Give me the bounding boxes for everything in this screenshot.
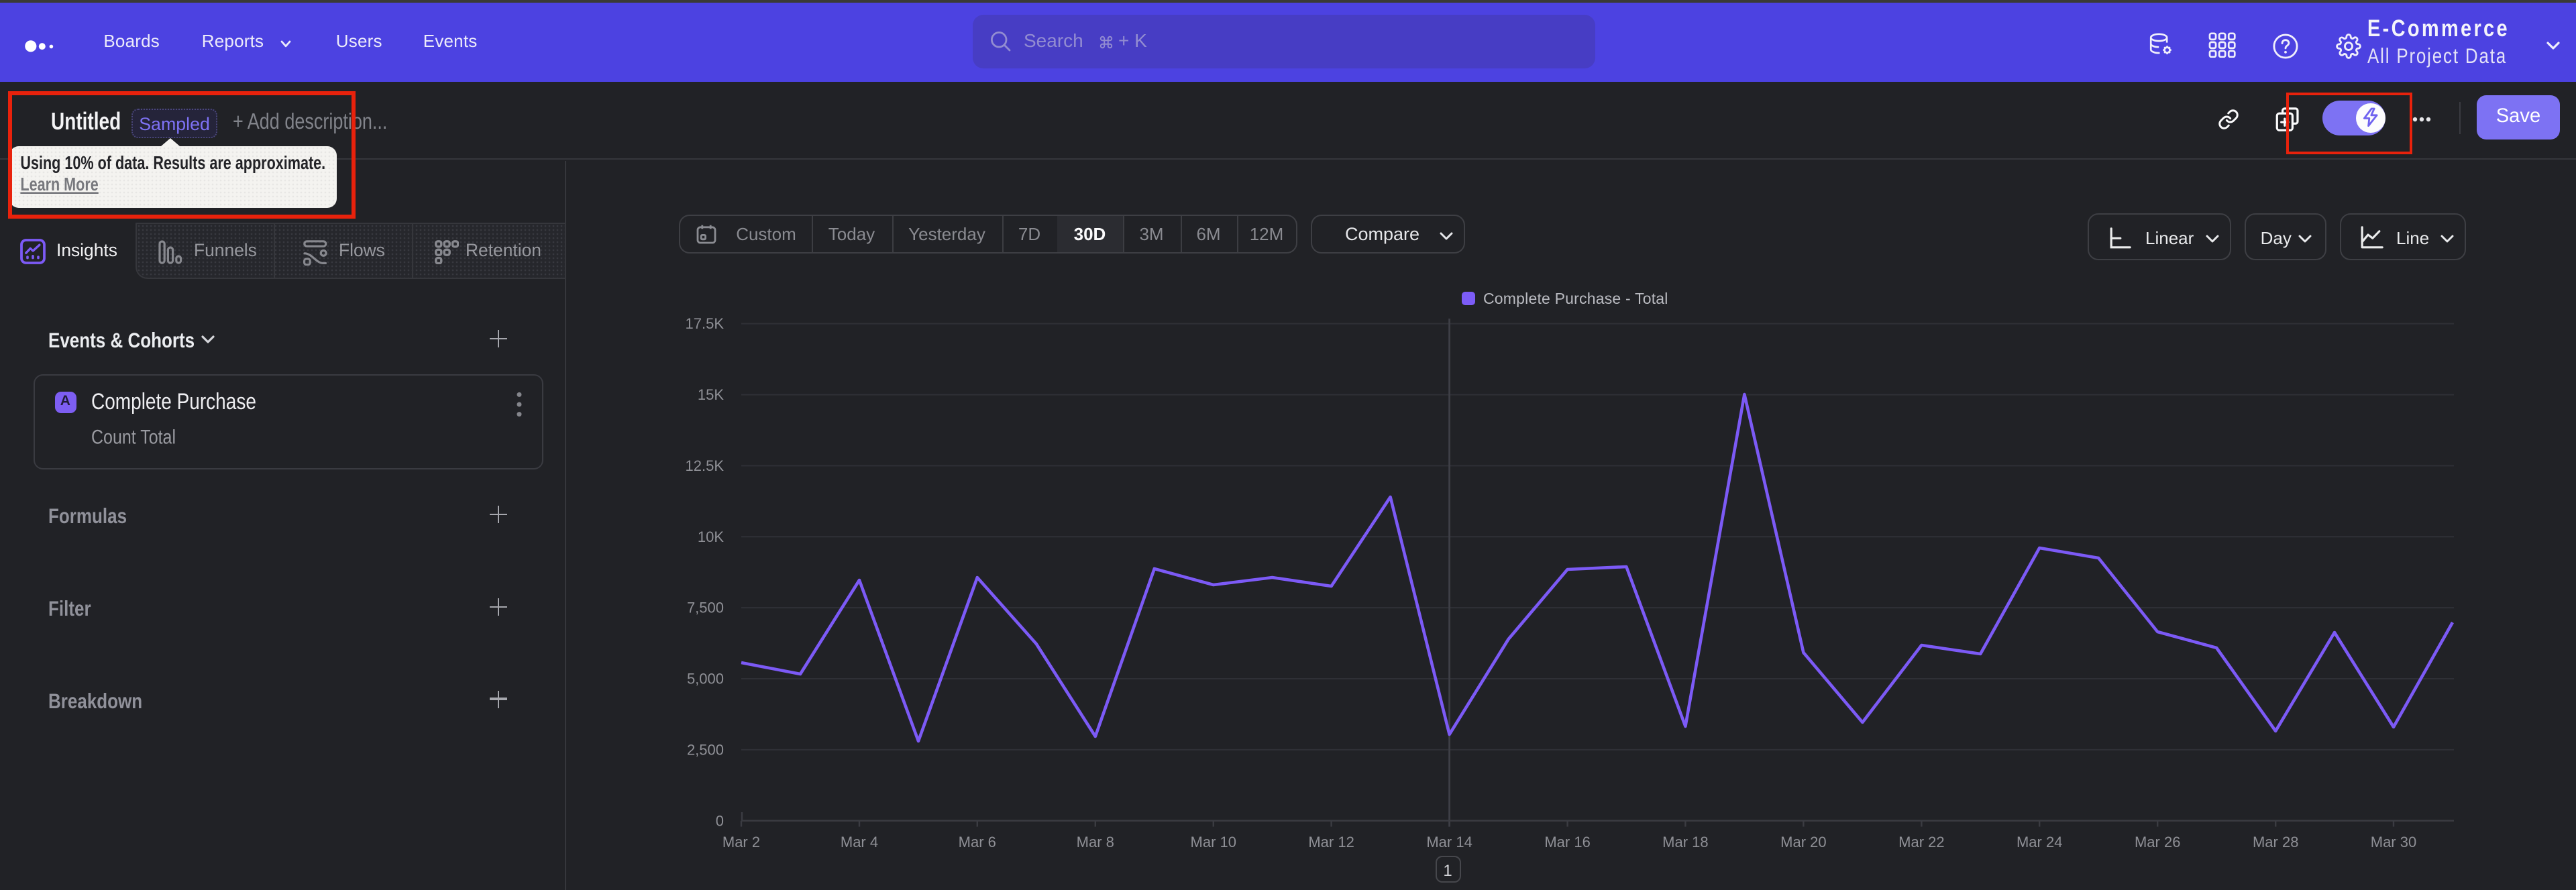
svg-text:Mar 12: Mar 12 xyxy=(1308,834,1354,850)
svg-text:12.5K: 12.5K xyxy=(686,457,724,474)
svg-text:Mar 20: Mar 20 xyxy=(1780,834,1826,850)
svg-text:Mar 24: Mar 24 xyxy=(2017,834,2062,850)
svg-text:2,500: 2,500 xyxy=(687,741,724,758)
svg-text:Mar 26: Mar 26 xyxy=(2135,834,2180,850)
svg-text:Complete Purchase - Total: Complete Purchase - Total xyxy=(1483,290,1668,307)
svg-text:Mar 4: Mar 4 xyxy=(841,834,878,850)
svg-text:Mar 18: Mar 18 xyxy=(1662,834,1708,850)
svg-text:15K: 15K xyxy=(698,386,724,403)
svg-text:Mar 10: Mar 10 xyxy=(1191,834,1236,850)
svg-text:Mar 2: Mar 2 xyxy=(722,834,760,850)
svg-text:Mar 22: Mar 22 xyxy=(1898,834,1944,850)
svg-text:Mar 16: Mar 16 xyxy=(1544,834,1590,850)
svg-text:7,500: 7,500 xyxy=(687,600,724,616)
svg-text:Mar 8: Mar 8 xyxy=(1077,834,1114,850)
svg-text:Mar 30: Mar 30 xyxy=(2371,834,2416,850)
svg-text:5,000: 5,000 xyxy=(687,671,724,687)
svg-text:10K: 10K xyxy=(698,529,724,545)
svg-text:0: 0 xyxy=(716,812,724,829)
svg-text:17.5K: 17.5K xyxy=(686,315,724,332)
svg-text:Mar 6: Mar 6 xyxy=(959,834,996,850)
svg-text:Mar 14: Mar 14 xyxy=(1426,834,1472,850)
svg-text:Mar 28: Mar 28 xyxy=(2253,834,2298,850)
